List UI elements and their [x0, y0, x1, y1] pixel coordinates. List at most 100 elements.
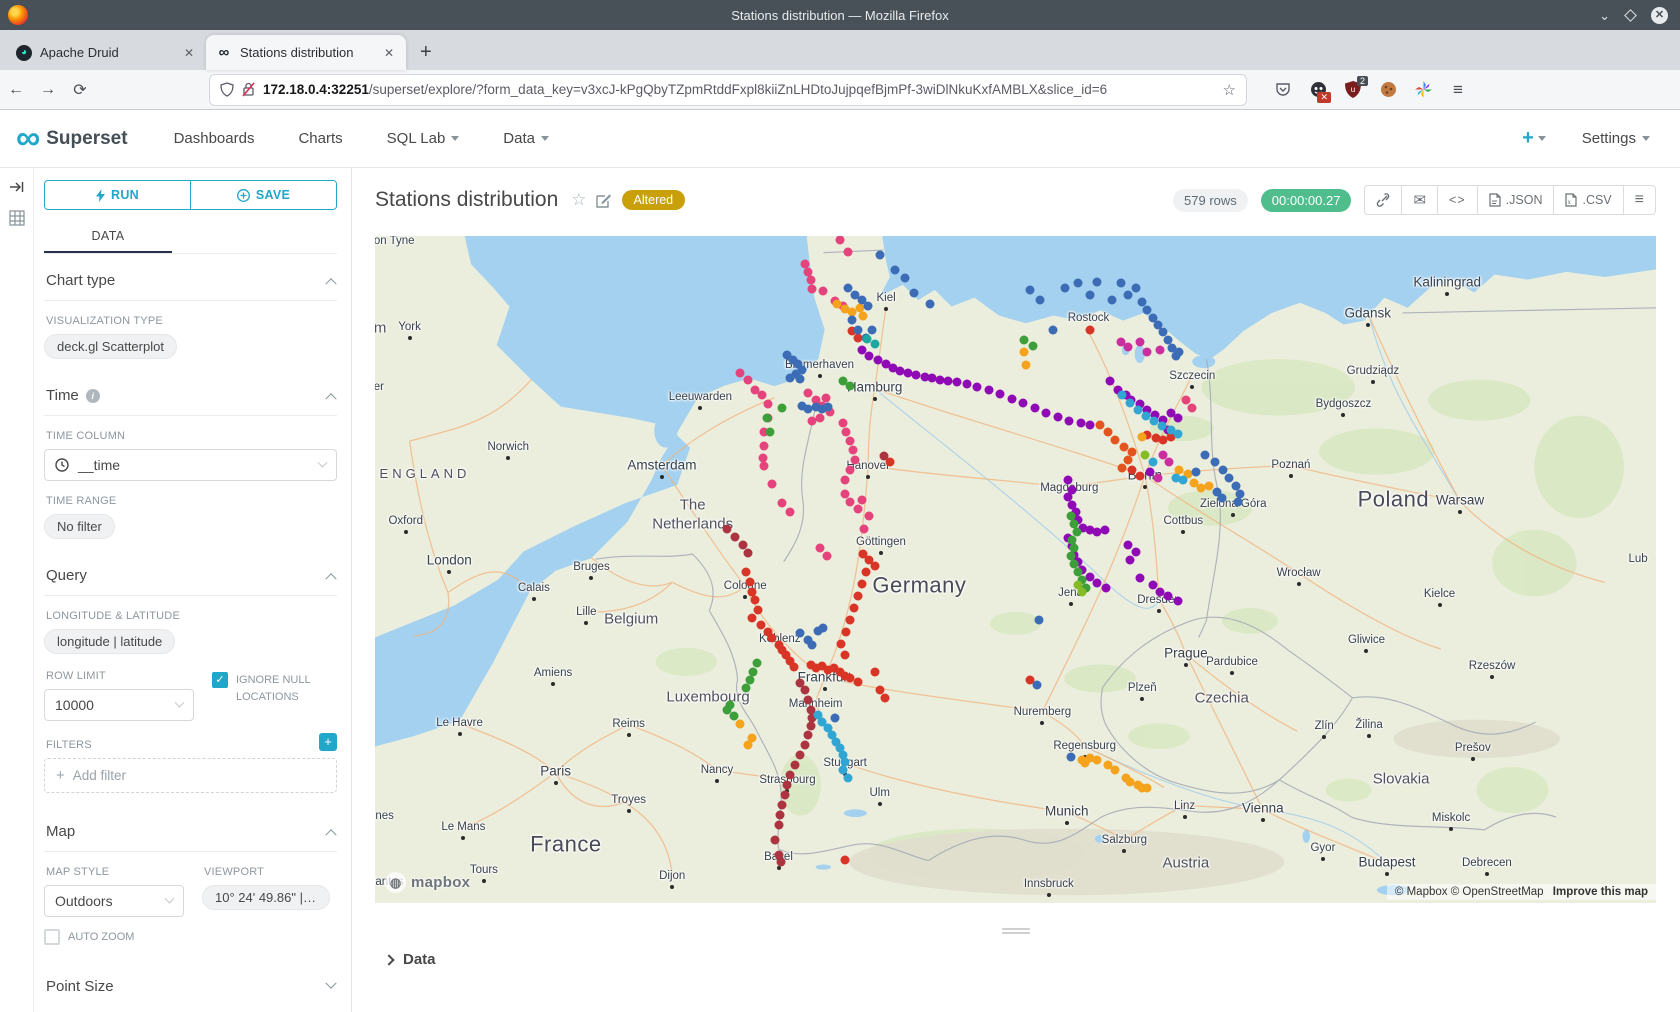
scatter-point[interactable]	[780, 790, 789, 799]
export-json-button[interactable]: .JSON	[1478, 185, 1555, 215]
scatter-point[interactable]	[846, 466, 855, 475]
scatter-point[interactable]	[819, 624, 828, 633]
viz-type-value[interactable]: deck.gl Scatterplot	[44, 334, 177, 359]
scatter-point[interactable]	[1143, 348, 1152, 357]
scatter-point[interactable]	[1117, 390, 1126, 399]
scatter-point[interactable]	[870, 668, 879, 677]
export-csv-button[interactable]: x .CSV	[1554, 185, 1623, 215]
scatter-point[interactable]	[1217, 494, 1226, 503]
scatter-point[interactable]	[751, 596, 760, 605]
tab-close-icon[interactable]: ✕	[380, 46, 398, 60]
back-icon[interactable]: ←	[0, 81, 32, 99]
attribution-mapbox[interactable]: © Mapbox	[1395, 886, 1448, 898]
ignore-null-checkbox[interactable]: ✓	[212, 672, 228, 688]
scatter-point[interactable]	[736, 368, 745, 377]
save-button[interactable]: SAVE	[190, 181, 336, 209]
mapbox-logo[interactable]: ◍ mapbox	[385, 872, 470, 893]
scatter-point[interactable]	[984, 386, 993, 395]
attribution-improve-link[interactable]: Improve this map	[1553, 886, 1648, 898]
scatter-point[interactable]	[1085, 326, 1094, 335]
scatter-point[interactable]	[1085, 420, 1094, 429]
scatter-point[interactable]	[1101, 526, 1110, 535]
scatter-point[interactable]	[1066, 752, 1075, 761]
scatter-point[interactable]	[837, 640, 846, 649]
maximize-icon[interactable]	[1624, 9, 1637, 22]
scatter-point[interactable]	[1124, 342, 1133, 351]
scatter-point[interactable]	[775, 810, 784, 819]
scatter-point[interactable]	[760, 462, 769, 471]
edit-icon[interactable]	[596, 193, 612, 208]
scatter-point[interactable]	[778, 404, 787, 413]
scatter-point[interactable]	[768, 480, 777, 489]
scatter-point[interactable]	[1033, 680, 1042, 689]
scatter-point[interactable]	[870, 340, 879, 349]
scatter-point[interactable]	[925, 300, 934, 309]
scatter-point[interactable]	[843, 774, 852, 783]
scatter-point[interactable]	[1125, 398, 1134, 407]
scatter-point[interactable]	[836, 236, 845, 245]
scatter-point[interactable]	[747, 614, 756, 623]
scatter-point[interactable]	[841, 650, 850, 659]
scatter-point[interactable]	[1096, 420, 1105, 429]
scatter-point[interactable]	[1035, 296, 1044, 305]
scatter-point[interactable]	[853, 678, 862, 687]
scatter-point[interactable]	[1174, 414, 1183, 423]
scatter-point[interactable]	[880, 694, 889, 703]
scatter-point[interactable]	[1019, 399, 1028, 408]
section-time[interactable]: Time i	[44, 369, 337, 416]
scatter-point[interactable]	[801, 740, 810, 749]
scatter-point[interactable]	[796, 750, 805, 759]
scatter-point[interactable]	[1153, 474, 1162, 483]
scatter-point[interactable]	[723, 524, 732, 533]
scatter-point[interactable]	[742, 684, 751, 693]
scatter-point[interactable]	[864, 302, 873, 311]
scatter-point[interactable]	[786, 508, 795, 517]
collapse-panel-icon[interactable]	[9, 180, 24, 194]
scatter-point[interactable]	[1111, 766, 1120, 775]
minimize-icon[interactable]: ⌄	[1599, 9, 1610, 22]
close-icon[interactable]: ✕	[1651, 7, 1668, 24]
scatter-point[interactable]	[743, 740, 752, 749]
scatter-point[interactable]	[1140, 450, 1149, 459]
scatter-point[interactable]	[796, 374, 805, 383]
tab-apache-druid[interactable]: ◕ Apache Druid ✕	[6, 35, 206, 70]
scatter-point[interactable]	[1029, 342, 1038, 351]
scatter-point[interactable]	[803, 388, 812, 397]
scatter-point[interactable]	[1074, 278, 1083, 287]
resize-handle[interactable]	[1002, 926, 1030, 936]
ublock-icon[interactable]: u 2	[1344, 81, 1362, 99]
scatter-point[interactable]	[996, 390, 1005, 399]
scatter-point[interactable]	[1030, 404, 1039, 413]
section-query[interactable]: Query	[44, 549, 337, 596]
scatter-point[interactable]	[757, 390, 766, 399]
scatter-point[interactable]	[821, 394, 830, 403]
scatter-point[interactable]	[1125, 778, 1134, 787]
scatter-point[interactable]	[1192, 468, 1201, 477]
scatter-point[interactable]	[762, 414, 771, 423]
scatter-point[interactable]	[851, 456, 860, 465]
scatter-point[interactable]	[962, 380, 971, 389]
scatter-point[interactable]	[1076, 419, 1085, 428]
scatter-point[interactable]	[1078, 588, 1087, 597]
scatter-point[interactable]	[1020, 336, 1029, 345]
cookie-icon[interactable]	[1379, 81, 1397, 99]
scatter-point[interactable]	[770, 836, 779, 845]
scatter-point[interactable]	[847, 316, 856, 325]
scatter-point[interactable]	[803, 696, 812, 705]
scatter-point[interactable]	[1201, 450, 1210, 459]
scatter-point[interactable]	[791, 760, 800, 769]
scatter-point[interactable]	[1107, 296, 1116, 305]
scatter-point[interactable]	[857, 496, 866, 505]
scatter-point[interactable]	[842, 428, 851, 437]
scatter-point[interactable]	[824, 402, 833, 411]
scatter-point[interactable]	[1211, 458, 1220, 467]
tab-close-icon[interactable]: ✕	[180, 46, 198, 60]
scatter-point[interactable]	[1234, 498, 1243, 507]
add-filter-box[interactable]: + Add filter	[44, 758, 337, 793]
map-canvas[interactable]: ◍ mapbox © Mapbox © OpenStreetMap Improv…	[375, 236, 1656, 903]
scatter-point[interactable]	[778, 800, 787, 809]
row-limit-select[interactable]: 10000	[44, 689, 194, 721]
forward-icon[interactable]: →	[32, 81, 64, 99]
email-button[interactable]: ✉	[1402, 185, 1438, 215]
scatter-point[interactable]	[1093, 278, 1102, 287]
